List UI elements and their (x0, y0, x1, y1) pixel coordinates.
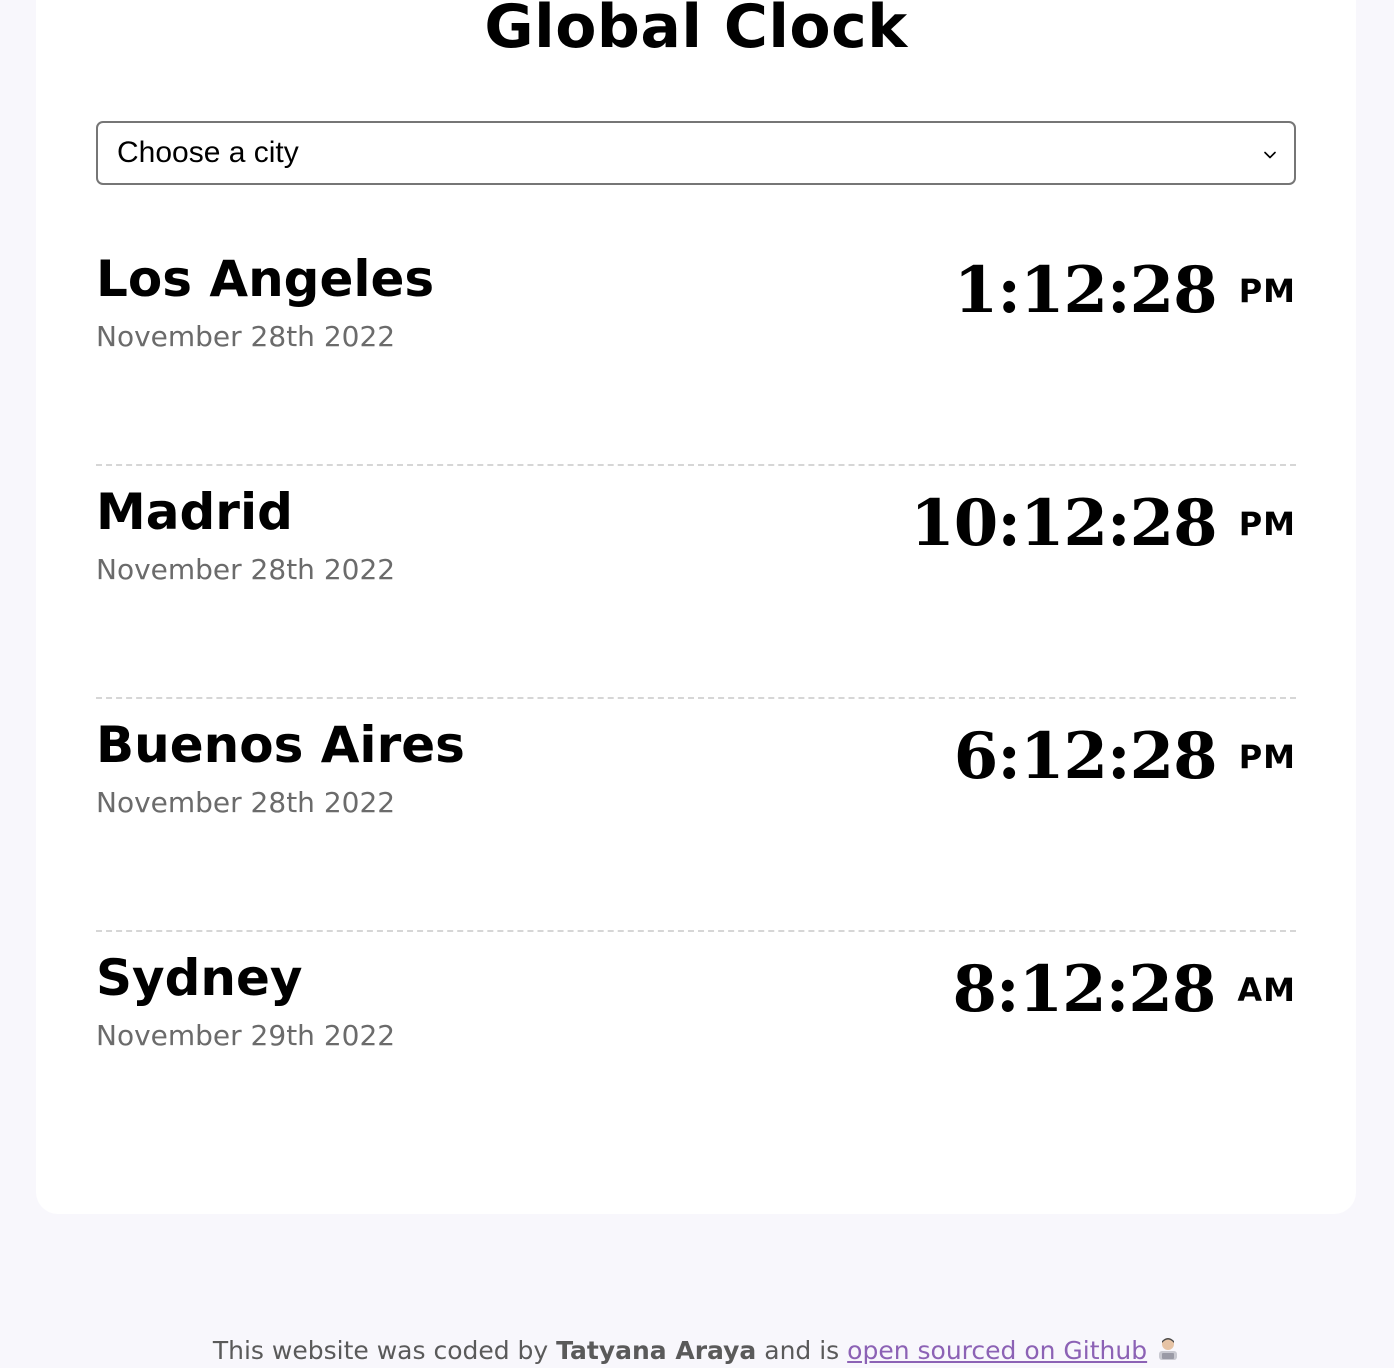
city-row-sydney: Sydney November 29th 2022 8:12:28 AM (96, 932, 1296, 1165)
page-title: Global Clock (484, 0, 908, 62)
main-card: Global Clock Choose a city Los Angeles N… (36, 0, 1356, 1214)
time-period: PM (1238, 738, 1296, 776)
city-time: 10:12:28 PM (910, 482, 1296, 566)
time-period: PM (1238, 505, 1296, 543)
technologist-icon (1159, 1338, 1178, 1360)
footer: This website was coded by Tatyana Araya … (0, 1334, 1394, 1368)
city-row-los-angeles: Los Angeles November 28th 2022 1:12:28 P… (96, 233, 1296, 466)
city-name: Los Angeles (96, 250, 435, 308)
time-value: 1:12:28 (953, 253, 1218, 328)
city-time: 6:12:28 PM (954, 715, 1296, 799)
city-date: November 28th 2022 (96, 553, 396, 586)
city-name: Madrid (96, 483, 293, 541)
city-time: 8:12:28 AM (952, 948, 1296, 1032)
city-date: November 28th 2022 (96, 320, 396, 353)
city-time: 1:12:28 PM (954, 249, 1296, 333)
city-select[interactable]: Choose a city (96, 121, 1296, 185)
time-period: PM (1238, 272, 1296, 310)
time-period: AM (1237, 971, 1296, 1009)
time-value: 8:12:28 (952, 952, 1216, 1027)
footer-author: Tatyana Araya (556, 1336, 757, 1365)
city-name: Buenos Aires (96, 716, 465, 774)
city-row-madrid: Madrid November 28th 2022 10:12:28 PM (96, 466, 1296, 699)
time-value: 6:12:28 (953, 719, 1218, 794)
city-select-value: Choose a city (117, 136, 299, 169)
city-list: Los Angeles November 28th 2022 1:12:28 P… (96, 233, 1296, 1165)
city-name: Sydney (96, 949, 303, 1007)
chevron-down-icon (1264, 151, 1276, 159)
github-link[interactable]: open sourced on Github (847, 1336, 1147, 1365)
city-row-buenos-aires: Buenos Aires November 28th 2022 6:12:28 … (96, 699, 1296, 932)
footer-prefix: This website was coded by (212, 1336, 557, 1365)
city-date: November 29th 2022 (96, 1019, 396, 1052)
city-select-wrapper: Choose a city (96, 121, 1296, 185)
footer-middle: and is (756, 1336, 848, 1365)
time-value: 10:12:28 (910, 486, 1217, 561)
city-date: November 28th 2022 (96, 786, 396, 819)
